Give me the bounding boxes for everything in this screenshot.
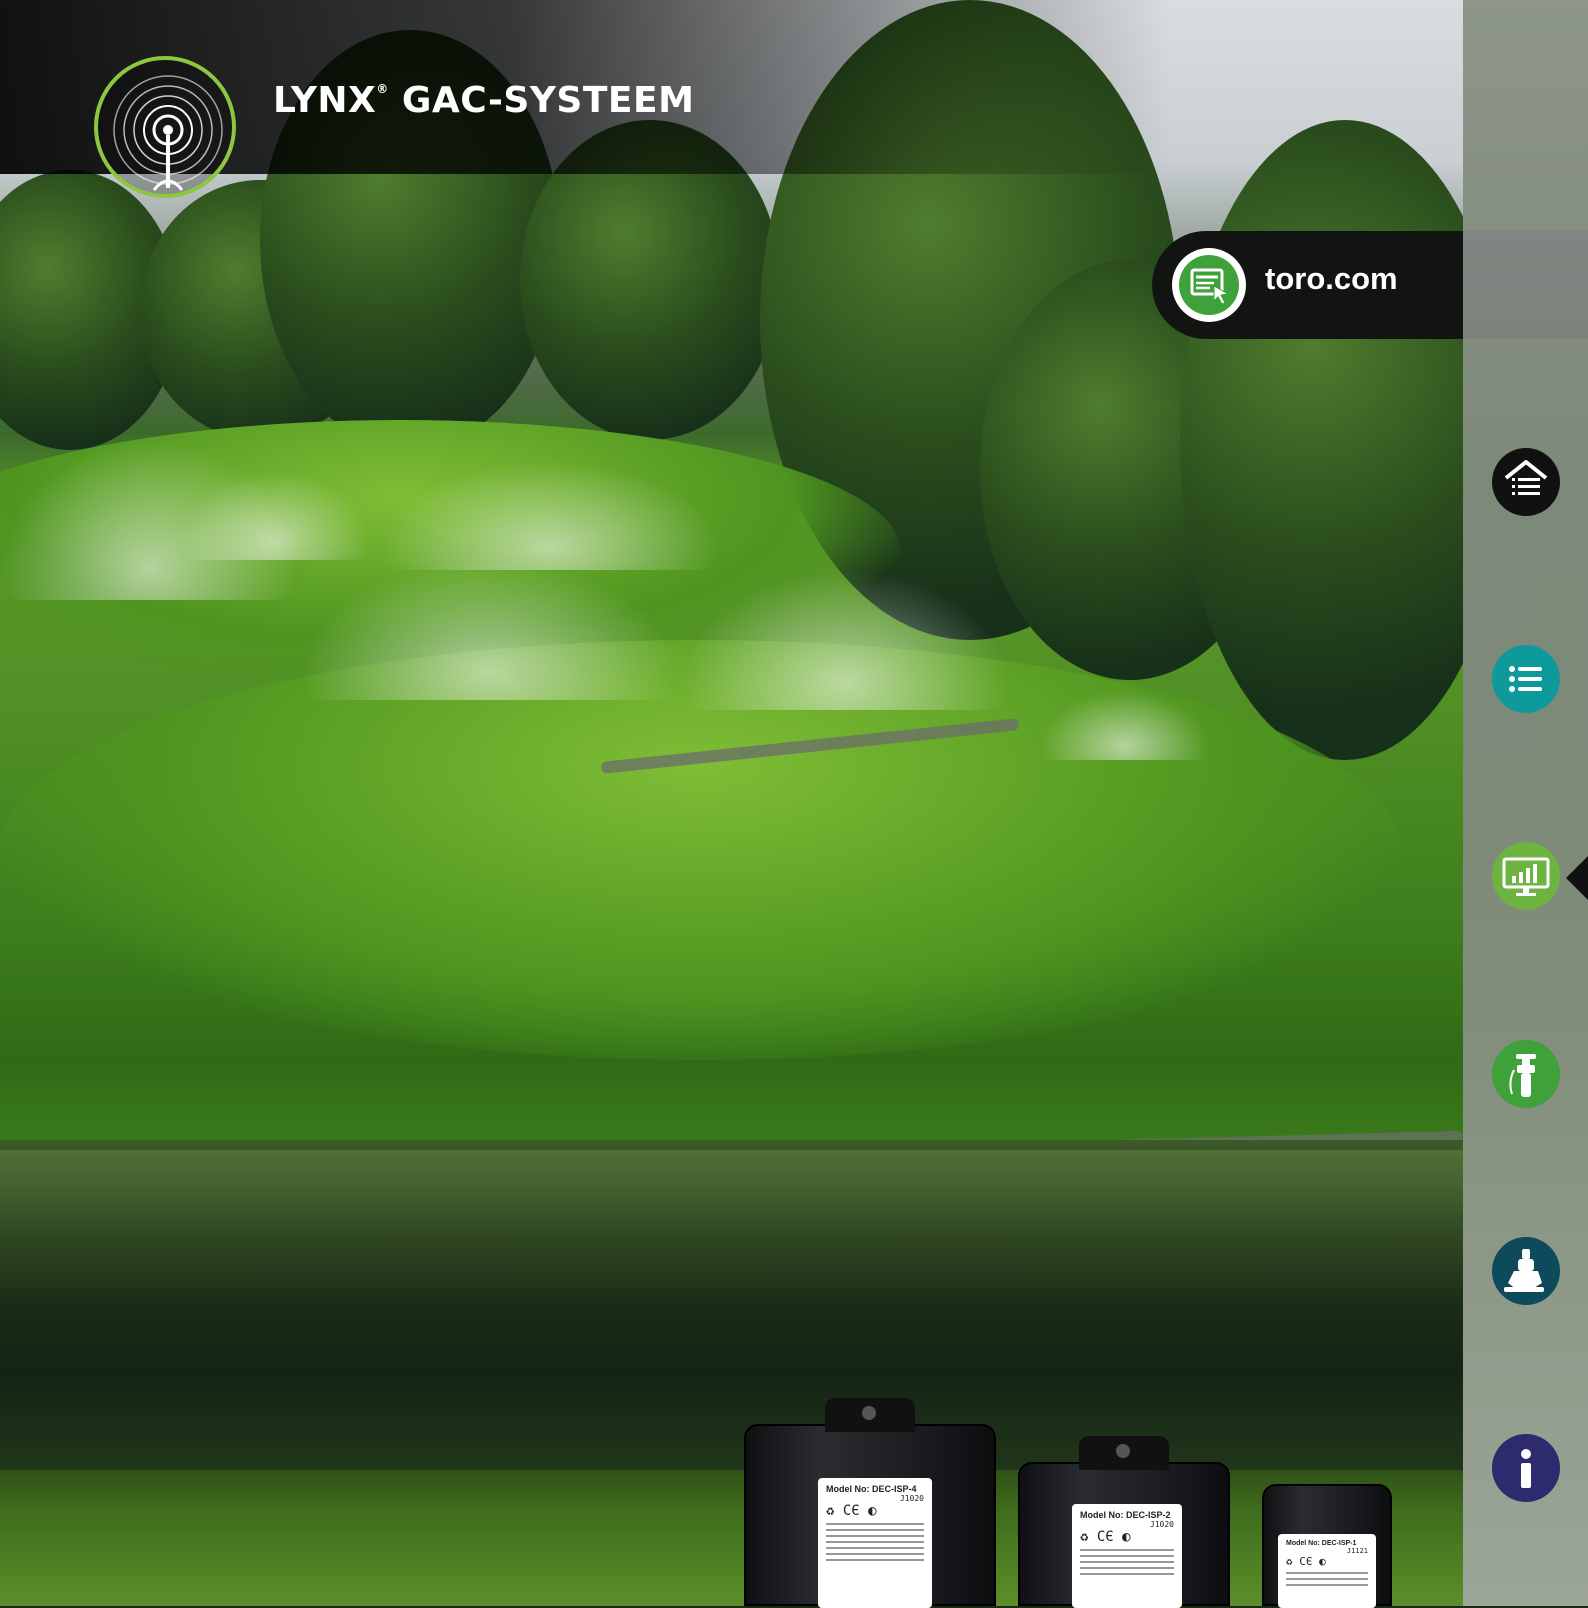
title-rest: GAC-SYSTEEM	[388, 80, 695, 121]
info-icon	[1492, 1434, 1560, 1502]
device-model-text: Model No: DEC-ISP-2	[1080, 1510, 1171, 1520]
list-icon	[1492, 645, 1560, 713]
web-browser-icon	[1172, 248, 1246, 322]
tree	[1180, 120, 1463, 760]
decoder-device-1: Model No: DEC-ISP-1 J1121 ♻ CЄ ◐	[1262, 1484, 1392, 1608]
device-model-text: Model No: DEC-ISP-4	[826, 1484, 917, 1494]
nav-contents-button[interactable]	[1492, 645, 1560, 713]
device-label: Model No: DEC-ISP-1 J1121 ♻ CЄ ◐	[1278, 1534, 1376, 1608]
device-code-text: J1020	[899, 1494, 924, 1503]
sprinkler-spray	[380, 460, 720, 570]
sprinkler-spray	[1040, 690, 1210, 760]
sprinkler-spray	[180, 470, 370, 560]
weblink-label[interactable]: toro.com	[1265, 261, 1398, 297]
sprinkler-spray	[300, 560, 680, 700]
lynx-radar-icon	[113, 75, 223, 191]
page-title: LYNX® GAC-SYSTEEM	[273, 80, 694, 121]
device-model-text: Model No: DEC-ISP-1	[1286, 1540, 1357, 1547]
device-code-text: J1020	[1149, 1520, 1174, 1529]
certification-marks-icon: ♻ CЄ ◐	[1080, 1529, 1131, 1545]
side-navigation	[1463, 0, 1588, 1606]
label-fine-print	[1286, 1572, 1368, 1586]
pond-reflection	[0, 1150, 1463, 1310]
nav-valves-button[interactable]	[1492, 1237, 1560, 1305]
certification-marks-icon: ♻ CЄ ◐	[826, 1503, 877, 1519]
decoder-device-4: Model No: DEC-ISP-4 J1020 ♻ CЄ ◐	[744, 1398, 996, 1608]
label-fine-print	[826, 1523, 924, 1561]
title-main: LYNX	[273, 80, 377, 121]
device-label: Model No: DEC-ISP-4 J1020 ♻ CЄ ◐	[818, 1478, 932, 1608]
mounting-tab	[1079, 1436, 1169, 1470]
device-label: Model No: DEC-ISP-2 J1020 ♻ CЄ ◐	[1072, 1504, 1182, 1608]
home-menu-icon	[1492, 448, 1560, 516]
device-code-text: J1121	[1346, 1547, 1368, 1555]
active-page-indicator	[1566, 856, 1588, 900]
nav-sprinklers-button[interactable]	[1492, 1040, 1560, 1108]
nav-info-button[interactable]	[1492, 1434, 1560, 1502]
registered-mark: ®	[376, 82, 389, 96]
sprinkler-icon	[1492, 1040, 1560, 1108]
nav-central-control-button[interactable]	[1492, 842, 1560, 910]
lynx-logo	[94, 56, 236, 198]
decoder-device-2: Model No: DEC-ISP-2 J1020 ♻ CЄ ◐	[1018, 1436, 1230, 1608]
valve-icon	[1492, 1237, 1560, 1305]
certification-marks-icon: ♻ CЄ ◐	[1286, 1555, 1326, 1568]
nav-home-button[interactable]	[1492, 448, 1560, 516]
sprinkler-spray	[680, 570, 1010, 710]
monitor-chart-icon	[1492, 842, 1560, 910]
mounting-tab	[825, 1398, 915, 1432]
label-fine-print	[1080, 1549, 1174, 1575]
